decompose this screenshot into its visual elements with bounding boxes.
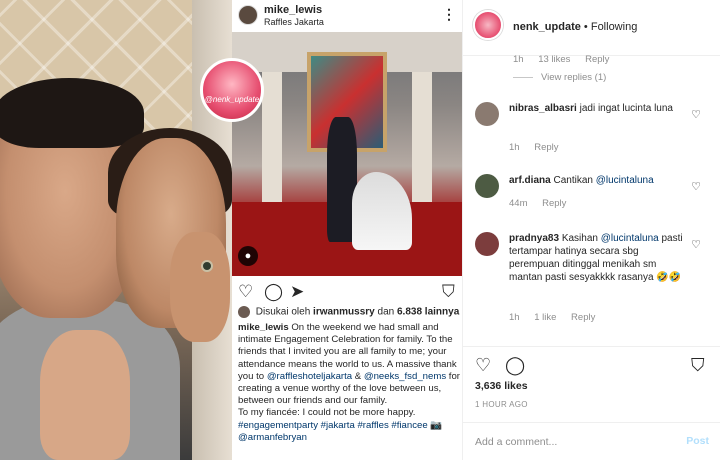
heart-icon[interactable]: ♡ [238,282,258,302]
pointing-hand [40,330,130,460]
comment-text: jadi ingat lucinta luna [579,103,673,114]
header-dot: • [583,21,588,33]
selfie-photo [0,0,232,460]
account-avatar[interactable] [473,10,503,40]
caption-mention-raffles[interactable]: @raffleshoteljakarta [267,371,352,382]
ballroom-column-left [262,72,282,222]
post-image[interactable]: ● [232,32,462,276]
caption-mention-neeks[interactable]: @neeks_fsd_nems [364,371,446,382]
comment-reply[interactable]: Reply [534,142,558,153]
previous-comment-meta: 1h 13 likes Reply [513,54,621,65]
post-timestamp: 1 HOUR AGO [475,400,528,409]
comment-likes[interactable]: 1 like [534,312,556,323]
post-caption: mike_lewis On the weekend we had small a… [238,322,460,444]
caption-mention-photographer[interactable]: @armanfebryan [238,432,307,443]
comment-time: 44m [509,198,528,209]
engagement-ring [201,260,213,272]
comment-meta: 1h Reply [509,142,571,153]
comment-avatar[interactable] [475,232,499,256]
previous-comment-time: 1h [513,54,524,65]
heart-icon[interactable]: ♡ [475,355,491,375]
comment-meta: 1h 1 like Reply [509,312,607,323]
comment-mention[interactable]: @lucintaluna [596,175,654,186]
previous-comment-reply[interactable]: Reply [585,54,609,65]
comment-text: Kasihan [561,233,601,244]
likes-count[interactable]: 6.838 lainnya [397,307,459,318]
comment-reply[interactable]: Reply [571,312,595,323]
nenk-update-logo-text: @nenk_update [204,95,260,104]
comment-username[interactable]: nibras_albasri [509,103,577,114]
post-username[interactable]: mike_lewis [264,4,322,16]
caption-hashtags[interactable]: #engagementparty #jakarta #raffles #fian… [238,420,428,431]
comment-body: pradnya83 Kasihan @lucintaluna pasti ter… [509,232,685,284]
comment-username[interactable]: arf.diana [509,175,551,186]
likes-prefix: Disukai oleh [255,306,311,318]
comments-panel: nenk_update • Following 1h 13 likes Repl… [462,0,720,460]
comment-heart-icon[interactable]: ♡ [691,108,701,121]
share-icon[interactable]: ➤ [290,282,310,302]
post-likes: Disukai oleh irwanmussry dan 6.838 lainn… [238,306,462,318]
liker-avatar [238,306,250,318]
likes-conjunction: dan [377,306,395,318]
comment-icon[interactable]: ◯ [264,282,284,302]
caption-text-2: & [352,370,364,382]
more-options-icon[interactable]: ⋮ [442,6,456,23]
liker-username[interactable]: irwanmussry [313,307,375,318]
panel-actions: ♡ ◯ ⛉ [463,346,720,376]
instagram-post: mike_lewis Raffles Jakarta ⋮ ● ♡ ◯ ➤ ⛉ D… [232,0,462,460]
like-count[interactable]: 3,636 likes [475,380,528,392]
following-button[interactable]: Following [591,21,637,33]
comment-text: Cantikan [553,175,596,186]
account-header: nenk_update • Following [513,21,637,33]
comments-header: nenk_update • Following [463,0,720,56]
post-comment-button[interactable]: Post [686,435,709,447]
comment-heart-icon[interactable]: ♡ [691,238,701,251]
post-actions: ♡ ◯ ➤ ⛉ [232,280,462,304]
caption-username[interactable]: mike_lewis [238,322,289,333]
view-replies-link[interactable]: View replies (1) [513,72,606,83]
comment-body: nibras_albasri jadi ingat lucinta luna [509,102,685,115]
post-location[interactable]: Raffles Jakarta [264,17,324,27]
woman-hand [170,232,230,342]
nenk-update-logo [200,58,264,122]
post-header: mike_lewis Raffles Jakarta ⋮ [232,0,462,30]
caption-text-4: To my fiancée: I could not be more happy… [238,407,416,419]
comment-time: 1h [509,312,520,323]
comment-meta: 44m Reply [509,198,578,209]
comment-avatar[interactable] [475,174,499,198]
previous-comment-likes[interactable]: 13 likes [538,54,570,65]
ballroom-column-right [412,72,432,222]
user-tag-icon[interactable]: ● [238,246,258,266]
comment-heart-icon[interactable]: ♡ [691,180,701,193]
add-comment-input[interactable] [475,433,665,451]
comment-reply[interactable]: Reply [542,198,566,209]
comment-icon[interactable]: ◯ [505,355,525,375]
comment-body: arf.diana Cantikan @lucintaluna [509,174,685,187]
account-username[interactable]: nenk_update [513,21,581,33]
bookmark-icon[interactable]: ⛉ [691,355,705,375]
comment-time: 1h [509,142,520,153]
add-comment-bar: Post [463,422,720,460]
camera-emoji: 📷 [430,419,443,431]
bride-figure [352,172,412,250]
comment-avatar[interactable] [475,102,499,126]
bookmark-icon[interactable]: ⛉ [442,282,462,302]
post-avatar[interactable] [238,5,258,25]
comment-mention[interactable]: @lucintaluna [601,233,659,244]
man-hair [0,78,144,148]
comment-username[interactable]: pradnya83 [509,233,559,244]
